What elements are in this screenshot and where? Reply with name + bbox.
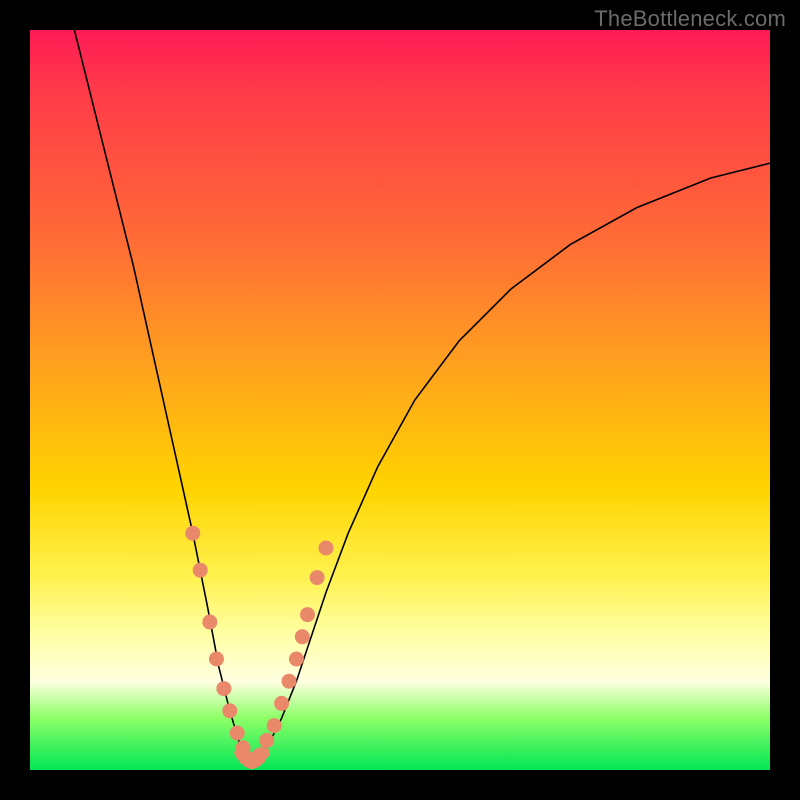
marker-dot bbox=[203, 615, 217, 629]
marker-dot bbox=[319, 541, 333, 555]
marker-dot bbox=[310, 571, 324, 585]
marker-dot bbox=[301, 608, 315, 622]
marker-dot bbox=[275, 696, 289, 710]
marker-dot bbox=[223, 704, 237, 718]
marker-dot bbox=[282, 674, 296, 688]
marker-dot bbox=[257, 747, 269, 759]
marker-dot bbox=[260, 733, 274, 747]
markers-left-branch bbox=[186, 526, 256, 766]
plot-area bbox=[30, 30, 770, 770]
markers-valley bbox=[235, 747, 269, 769]
outer-frame: TheBottleneck.com bbox=[0, 0, 800, 800]
chart-svg bbox=[30, 30, 770, 770]
marker-dot bbox=[217, 682, 231, 696]
curve-right-branch bbox=[252, 163, 770, 762]
marker-dot bbox=[193, 563, 207, 577]
marker-dot bbox=[230, 726, 244, 740]
marker-dot bbox=[267, 719, 281, 733]
marker-dot bbox=[289, 652, 303, 666]
markers-right-branch bbox=[252, 541, 333, 762]
marker-dot bbox=[209, 652, 223, 666]
watermark-text: TheBottleneck.com bbox=[594, 6, 786, 32]
curve-left-branch bbox=[74, 30, 252, 763]
marker-dot bbox=[295, 630, 309, 644]
marker-dot bbox=[186, 526, 200, 540]
